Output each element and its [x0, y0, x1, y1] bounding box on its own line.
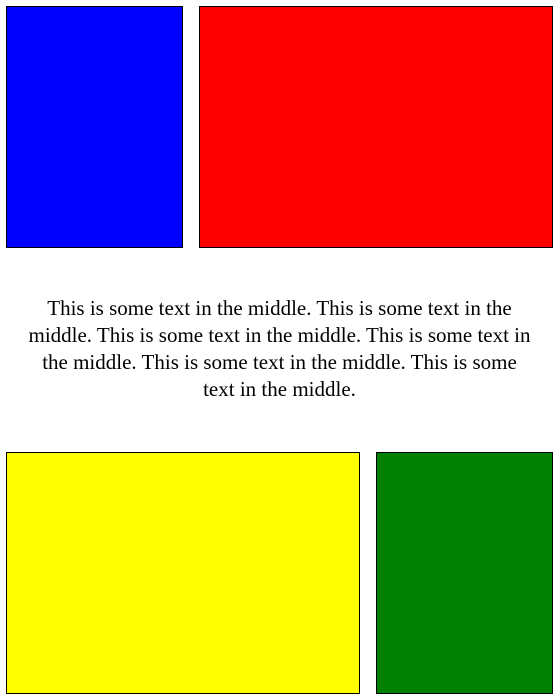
- yellow-box: [6, 452, 360, 694]
- green-box: [376, 452, 553, 694]
- middle-text: This is some text in the middle. This is…: [28, 296, 531, 401]
- blue-box: [6, 6, 183, 248]
- red-box: [199, 6, 553, 248]
